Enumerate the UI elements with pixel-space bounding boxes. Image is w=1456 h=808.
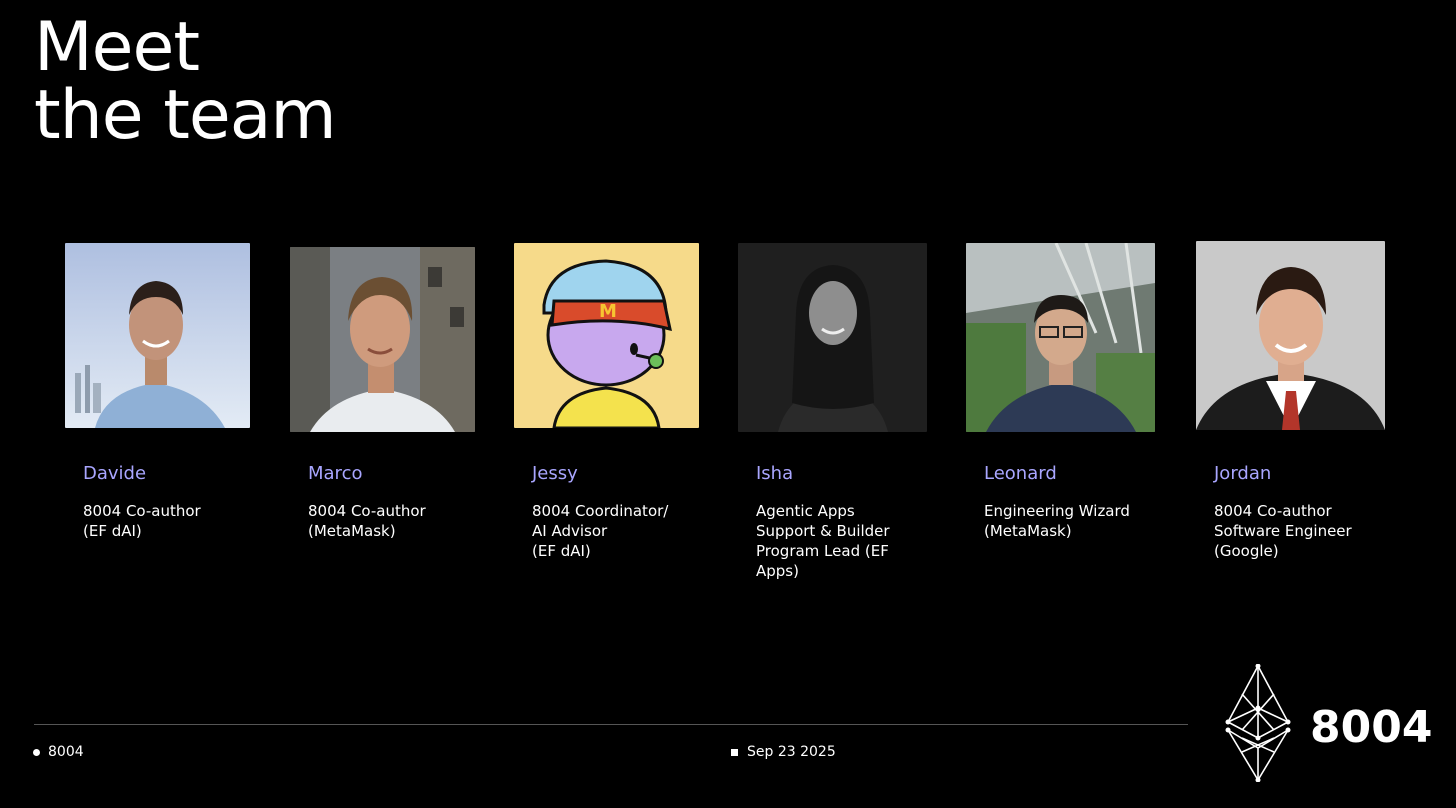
member-name: Isha	[756, 463, 794, 484]
svg-text:M: M	[599, 301, 617, 322]
member-name: Jessy	[532, 463, 578, 484]
member-photo-davide	[65, 243, 250, 428]
footer-label: 8004	[33, 744, 84, 760]
member-photo-leonard	[966, 243, 1155, 432]
member-photo-marco	[290, 247, 475, 432]
member-photo-jordan	[1196, 241, 1385, 430]
member-role: Agentic Apps Support & Builder Program Lea…	[756, 502, 890, 580]
brand-logo: 8004	[1222, 664, 1432, 784]
member-role: 8004 Co-author (MetaMask)	[308, 502, 426, 540]
brand-text: 8004	[1310, 702, 1433, 753]
member-name: Davide	[83, 463, 147, 484]
footer-divider	[34, 724, 1188, 725]
member-role: Engineering Wizard (MetaMask)	[984, 502, 1130, 540]
member-role: 8004 Co-author Software Engineer (Google)	[1214, 502, 1352, 560]
slide-title: Meet the team	[34, 8, 337, 155]
member-name: Marco	[308, 463, 363, 484]
member-name: Jordan	[1214, 463, 1272, 484]
footer-left-text: 8004	[48, 744, 84, 760]
footer-date: Sep 23 2025	[731, 744, 836, 760]
member-role: 8004 Co-author (EF dAI)	[83, 502, 201, 540]
member-photo-jessy: M	[514, 243, 699, 428]
member-photo-isha	[738, 243, 927, 432]
bullet-dot-icon	[33, 748, 40, 756]
ethereum-diamond-icon	[1225, 664, 1291, 782]
title-line-1: Meet	[34, 8, 200, 87]
member-name: Leonard	[984, 463, 1057, 484]
bullet-square-icon	[731, 748, 738, 756]
member-role: 8004 Coordinator/AI Advisor (EF dAI)	[532, 502, 669, 560]
footer-date-text: Sep 23 2025	[747, 744, 836, 760]
title-line-2: the team	[34, 76, 337, 155]
